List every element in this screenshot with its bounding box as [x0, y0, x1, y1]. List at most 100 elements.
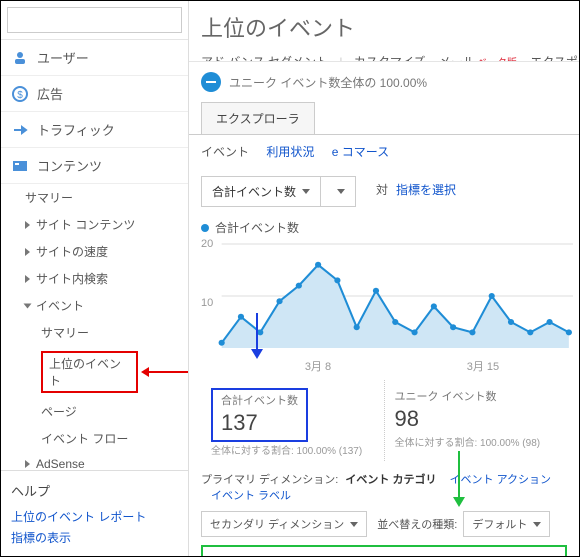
help-link-top-events[interactable]: 上位のイベント レポート [11, 506, 178, 527]
chevron-down-icon [533, 522, 541, 527]
nav-content[interactable]: コンテンツ [1, 148, 188, 184]
help-link-metrics[interactable]: 指標の表示 [11, 527, 178, 548]
dollar-icon: $ [11, 87, 29, 101]
primary-dim-active[interactable]: イベント カテゴリ [345, 474, 436, 486]
col-total-events[interactable]: 合計イベント数 [387, 547, 565, 556]
ytick-20: 20 [201, 238, 213, 250]
content-site-content[interactable]: サイト コンテンツ [1, 211, 188, 238]
sum-left-label: 合計イベント数 [221, 392, 298, 408]
search-box [1, 1, 188, 40]
metric-toggle-button[interactable] [321, 183, 355, 200]
xtick-2: 3月 15 [467, 358, 499, 374]
svg-text:$: $ [17, 90, 23, 101]
nav-traffic[interactable]: トラフィック [1, 112, 188, 148]
sum-right-sub: 全体に対する割合: 100.00% (98) [395, 434, 568, 449]
subtab-ecommerce[interactable]: e コマース [332, 145, 389, 159]
ytick-10: 10 [201, 297, 213, 309]
red-arrow-annotation [144, 371, 188, 373]
metric-selector: 合計イベント数 [201, 176, 356, 207]
help-header: ヘルプ [11, 479, 178, 506]
summary-unique-events: ユニーク イベント数 98 全体に対する割合: 100.00% (98) [385, 380, 568, 461]
caret-icon [25, 275, 30, 283]
legend-dot-icon [201, 224, 209, 232]
content-summary[interactable]: サマリー [1, 184, 188, 211]
label: サマリー [25, 189, 73, 206]
label: 合計イベント数 [212, 183, 296, 200]
chart-legend: 合計イベント数 [201, 219, 567, 236]
nav-ads-label: 広告 [37, 84, 63, 103]
user-icon [11, 51, 29, 65]
label: セカンダリ ディメンション [210, 516, 344, 532]
label: イベント [36, 297, 84, 314]
tab-container: エクスプローラ [201, 102, 567, 134]
chevron-down-icon [302, 189, 310, 194]
primary-dimension-row: プライマリ ディメンション: イベント カテゴリ イベント アクション イベント… [201, 471, 567, 503]
label: ページ [41, 403, 77, 420]
toolbar: アド バンス セグメント | カスタマイズ メールベータ版 エクスポート ▾ マ… [189, 49, 579, 62]
line-chart: 20 10 [201, 238, 573, 356]
legend-label: 合計イベント数 [215, 219, 299, 236]
sort-label: 並べ替えの種類: [377, 516, 457, 532]
summary-row: 合計イベント数 137 全体に対する割合: 100.00% (137) ユニーク… [201, 380, 567, 461]
export-button[interactable]: エクスポート ▾ [530, 55, 579, 62]
dim-event-label[interactable]: イベント ラベル [211, 490, 291, 502]
blue-highlight: 合計イベント数 137 [211, 388, 308, 442]
sum-left-value: 137 [221, 410, 298, 436]
label: 上位のイベント [49, 357, 121, 388]
label: サイト コンテンツ [36, 216, 135, 233]
traffic-icon [11, 123, 29, 137]
chevron-down-icon [350, 522, 358, 527]
nav: ユーザー $ 広告 トラフィック コンテンツ サマリー サイト コンテンツ サイ… [1, 40, 188, 470]
dim-event-action[interactable]: イベント アクション [450, 474, 552, 486]
help-section: ヘルプ 上位のイベント レポート 指標の表示 [1, 470, 188, 556]
col-event-category[interactable]: イベント カテゴリ [203, 547, 387, 556]
content-site-speed[interactable]: サイトの速度 [1, 238, 188, 265]
main: 上位のイベント アド バンス セグメント | カスタマイズ メールベータ版 エク… [189, 1, 579, 556]
content-site-search[interactable]: サイト内検索 [1, 265, 188, 292]
events-flow[interactable]: イベント フロー [1, 425, 188, 452]
nav-content-label: コンテンツ [37, 156, 102, 175]
choose-metric-link[interactable]: 指標を選択 [396, 181, 456, 198]
label: AdSense [36, 457, 85, 470]
content-icon [11, 159, 29, 173]
chart-svg [201, 238, 573, 356]
customize-button[interactable]: カスタマイズ [354, 55, 426, 62]
events-table-highlight: イベント カテゴリ 合計イベント数 1. JOB 137 [201, 545, 567, 556]
content-events[interactable]: イベント [1, 292, 188, 319]
metric-main-button[interactable]: 合計イベント数 [202, 177, 321, 206]
adv-segment-button[interactable]: アド バンス セグメント [201, 55, 328, 62]
secondary-dim-button[interactable]: セカンダリ ディメンション [201, 511, 367, 537]
label: イベント フロー [41, 430, 128, 447]
xtick-1: 3月 8 [305, 358, 331, 374]
subtab-event[interactable]: イベント [201, 145, 249, 159]
label: デフォルト [472, 516, 527, 532]
tab-explorer[interactable]: エクスプローラ [201, 102, 315, 134]
segment-text: ユニーク イベント数全体の 100.00% [229, 74, 427, 91]
highlight: 上位のイベント [41, 351, 138, 393]
subtabs: イベント 利用状況 e コマース [189, 134, 579, 168]
label: サマリー [41, 324, 89, 341]
subtab-usage[interactable]: 利用状況 [266, 145, 314, 159]
caret-down-icon [24, 303, 32, 308]
sidebar: ユーザー $ 広告 トラフィック コンテンツ サマリー サイト コンテンツ サイ… [1, 1, 189, 556]
events-top-events[interactable]: 上位のイベント [1, 346, 188, 398]
secondary-row: セカンダリ ディメンション 並べ替えの種類: デフォルト [201, 511, 567, 537]
content-adsense[interactable]: AdSense [1, 452, 188, 470]
primary-dim-label: プライマリ ディメンション: [201, 474, 338, 486]
sort-type-button[interactable]: デフォルト [463, 511, 550, 537]
segment-line: ユニーク イベント数全体の 100.00% [189, 62, 579, 102]
label: サイト内検索 [36, 270, 108, 287]
mail-button[interactable]: メール [439, 55, 475, 62]
sum-left-sub: 全体に対する割合: 100.00% (137) [211, 442, 384, 457]
nav-user-label: ユーザー [37, 48, 89, 67]
label: サイトの速度 [36, 243, 108, 260]
vs-label: 対 [376, 181, 388, 198]
events-pages[interactable]: ページ [1, 398, 188, 425]
segment-icon [201, 72, 221, 92]
nav-ads[interactable]: $ 広告 [1, 76, 188, 112]
events-summary[interactable]: サマリー [1, 319, 188, 346]
nav-traffic-label: トラフィック [37, 120, 115, 139]
caret-icon [25, 460, 30, 468]
nav-user[interactable]: ユーザー [1, 40, 188, 76]
search-input[interactable] [7, 7, 182, 33]
